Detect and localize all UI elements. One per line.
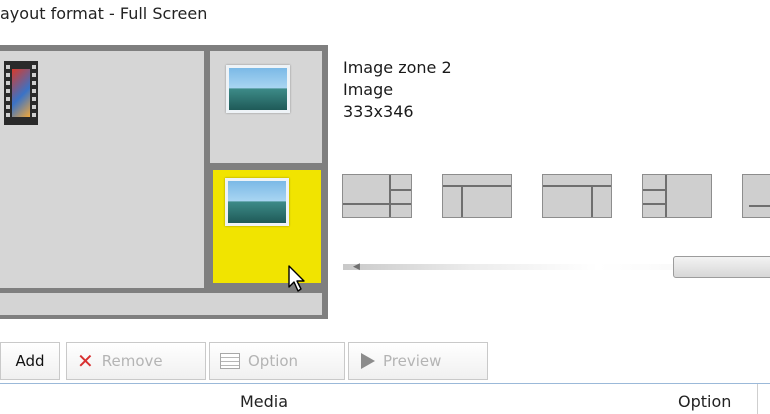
layout-option-3[interactable] (542, 174, 612, 218)
zone-size: 333x346 (343, 102, 414, 121)
remove-button[interactable]: ✕ Remove (66, 342, 206, 380)
column-divider[interactable] (757, 384, 758, 414)
preview-button-label: Preview (383, 352, 442, 370)
options-button-label: Option (248, 352, 299, 370)
image-icon (226, 65, 290, 113)
add-button[interactable]: Add (0, 342, 60, 380)
zone-main[interactable] (0, 51, 204, 288)
options-button[interactable]: Option (209, 342, 345, 380)
image-icon (225, 178, 289, 226)
add-button-label: Add (15, 352, 45, 370)
window-title: ayout format - Full Screen (0, 4, 208, 23)
zone-info: Image zone 2 Image 333x346 (343, 57, 452, 123)
media-toolbar: Add ✕ Remove Option Preview (0, 342, 490, 380)
mouse-cursor-icon (288, 265, 305, 292)
scroll-left-icon[interactable]: ◀ (353, 262, 360, 272)
layout-option-2[interactable] (442, 174, 512, 218)
layout-option-5[interactable] (742, 174, 770, 218)
preview-button[interactable]: Preview (348, 342, 488, 380)
remove-x-icon: ✕ (77, 349, 94, 373)
zone-type: Image (343, 80, 394, 99)
remove-button-label: Remove (101, 352, 163, 370)
layout-option-4[interactable] (642, 174, 712, 218)
play-icon (361, 353, 375, 369)
layout-scrollbar[interactable]: ◀ (343, 255, 770, 279)
zone-name: Image zone 2 (343, 58, 452, 77)
column-header-option[interactable]: Option (678, 392, 731, 411)
image-zone-1[interactable] (210, 51, 322, 163)
layout-option-1[interactable] (342, 174, 412, 218)
layout-preview (0, 45, 328, 319)
film-strip-icon (4, 61, 38, 125)
table-header-divider (0, 383, 770, 384)
scrollbar-thumb[interactable] (673, 256, 770, 278)
zone-bottom-strip[interactable] (0, 293, 322, 315)
options-list-icon (220, 353, 240, 369)
column-header-media[interactable]: Media (240, 392, 288, 411)
